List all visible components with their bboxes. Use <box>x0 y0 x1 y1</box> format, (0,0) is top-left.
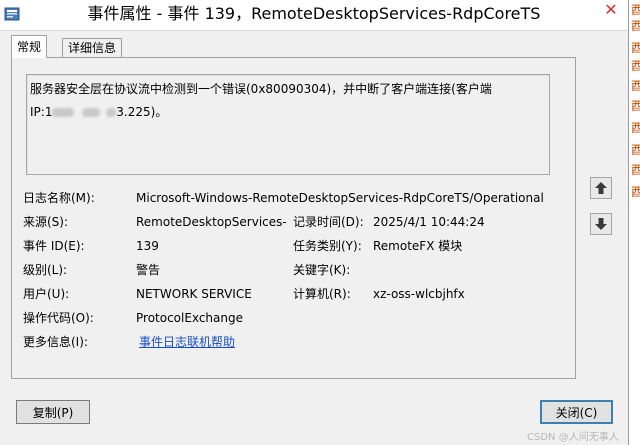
event-id-label: 事件 ID(E): <box>23 239 85 253</box>
background-char: 酉 <box>631 121 640 135</box>
tab-details[interactable]: 详细信息 <box>62 38 123 58</box>
log-name-value[interactable]: Microsoft-Windows-RemoteDesktopServices-… <box>136 190 544 206</box>
background-char: 酉 <box>631 99 640 113</box>
description-ip-suffix: 3.225)。 <box>116 105 168 119</box>
background-char: 酉 <box>631 143 640 157</box>
background-char: 酉 <box>631 163 640 177</box>
event-id-value[interactable]: 139 <box>136 238 159 254</box>
redacted-ip-part-3 <box>106 108 117 117</box>
computer-value[interactable]: xz-oss-wlcbjhfx <box>373 286 465 302</box>
title-divider <box>0 30 628 31</box>
logged-label: 记录时间(D): <box>293 215 364 229</box>
background-char: 酉 <box>631 19 640 33</box>
level-label: 级别(L): <box>23 263 68 277</box>
source-label: 来源(S): <box>23 215 69 229</box>
description-ip-prefix: IP:1 <box>30 105 53 119</box>
title-bar[interactable]: 事件属性 - 事件 139，RemoteDesktopServices-RdpC… <box>0 0 628 30</box>
watermark: CSDN @人间无事人 <box>527 432 619 443</box>
level-value[interactable]: 警告 <box>136 262 160 278</box>
redacted-ip-part-1 <box>52 108 75 117</box>
task-category-value[interactable]: RemoteFX 模块 <box>373 238 462 254</box>
arrow-up-icon <box>595 182 607 194</box>
opcode-value[interactable]: ProtocolExchange <box>136 310 243 326</box>
close-window-button[interactable]: ✕ <box>594 0 628 22</box>
background-window-strip: 酉 酉 酉 酉 酉 酉 酉 酉 酉 酉 <box>631 0 640 445</box>
description-line-1: 服务器安全层在协议流中检测到一个错误(0x80090304)，并中断了客户端连接… <box>30 82 492 96</box>
opcode-label: 操作代码(O): <box>23 311 94 325</box>
source-value[interactable]: RemoteDesktopServices-R <box>136 214 286 230</box>
background-char: 酉 <box>631 59 640 73</box>
arrow-down-icon <box>595 218 607 230</box>
close-button[interactable]: 关闭(C) <box>540 400 613 424</box>
background-char: 酉 <box>631 185 640 199</box>
keywords-label: 关键字(K): <box>293 263 351 277</box>
background-char: 酉 <box>631 3 640 17</box>
event-properties-window: 事件属性 - 事件 139，RemoteDesktopServices-RdpC… <box>0 0 629 445</box>
copy-button[interactable]: 复制(P) <box>16 400 90 424</box>
tab-general[interactable]: 常规 <box>11 35 48 58</box>
user-label: 用户(U): <box>23 287 70 301</box>
close-icon: ✕ <box>604 0 618 19</box>
background-char: 酉 <box>631 79 640 93</box>
user-value[interactable]: NETWORK SERVICE <box>136 286 252 302</box>
next-event-button[interactable] <box>590 213 612 235</box>
task-category-label: 任务类别(Y): <box>293 239 362 253</box>
description-line-2: IP:1 3.225)。 <box>30 104 167 120</box>
logged-value[interactable]: 2025/4/1 10:44:24 <box>373 214 485 230</box>
more-info-label: 更多信息(I): <box>23 335 88 349</box>
window-title: 事件属性 - 事件 139，RemoteDesktopServices-RdpC… <box>87 4 541 23</box>
log-name-label: 日志名称(M): <box>23 191 95 205</box>
previous-event-button[interactable] <box>590 177 612 199</box>
online-help-link[interactable]: 事件日志联机帮助 <box>139 334 235 350</box>
computer-label: 计算机(R): <box>293 287 351 301</box>
background-char: 酉 <box>631 41 640 55</box>
event-description-box[interactable]: 服务器安全层在协议流中检测到一个错误(0x80090304)，并中断了客户端连接… <box>26 74 550 175</box>
redacted-ip-part-2 <box>82 108 101 117</box>
